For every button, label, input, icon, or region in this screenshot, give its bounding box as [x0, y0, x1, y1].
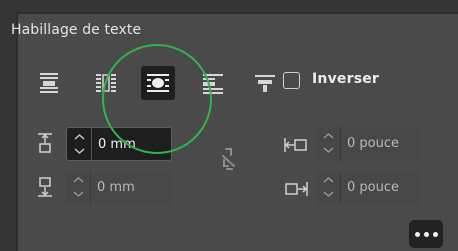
top-offset-stepper[interactable] — [67, 128, 92, 160]
chevron-down-icon[interactable] — [323, 190, 334, 198]
bottom-offset-value[interactable]: 0 mm — [97, 180, 135, 195]
bottom-offset-field[interactable]: 0 mm — [66, 171, 172, 205]
wrap-object-shape-icon — [147, 74, 169, 92]
unlink-icon[interactable] — [219, 146, 239, 172]
invert-label[interactable]: Inverser — [312, 71, 379, 87]
chevron-down-icon[interactable] — [74, 147, 85, 155]
no-wrap-button[interactable] — [32, 66, 66, 100]
top-offset-icon — [38, 133, 52, 153]
jump-to-next-column-button[interactable] — [248, 66, 282, 100]
more-options-dot — [423, 231, 429, 237]
left-offset-icon — [284, 138, 307, 152]
jump-to-next-column-icon — [255, 75, 275, 92]
more-options-icon — [414, 231, 420, 237]
chevron-up-icon[interactable] — [73, 176, 84, 184]
chevron-up-icon[interactable] — [74, 133, 85, 141]
top-offset-field[interactable]: 0 mm — [66, 127, 172, 161]
jump-object-icon — [203, 74, 223, 94]
no-wrap-icon — [40, 73, 58, 93]
right-offset-stepper[interactable] — [316, 171, 341, 205]
chevron-up-icon[interactable] — [323, 176, 334, 184]
left-offset-value[interactable]: 0 pouce — [347, 136, 399, 151]
panel-title: Habillage de texte — [11, 22, 142, 38]
bottom-offset-icon — [38, 177, 52, 197]
jump-object-button[interactable] — [196, 66, 230, 100]
chevron-up-icon[interactable] — [323, 132, 334, 140]
chevron-down-icon[interactable] — [323, 146, 334, 154]
right-offset-field[interactable]: 0 pouce — [316, 171, 420, 205]
invert-checkbox[interactable] — [283, 72, 300, 89]
left-offset-stepper[interactable] — [316, 127, 341, 161]
wrap-bounding-box-icon — [96, 74, 116, 92]
wrap-object-shape-button[interactable] — [141, 66, 175, 100]
chevron-down-icon[interactable] — [73, 190, 84, 198]
wrap-bounding-box-button[interactable] — [89, 66, 123, 100]
right-offset-icon — [285, 182, 308, 196]
left-offset-field[interactable]: 0 pouce — [316, 127, 420, 161]
bottom-offset-stepper[interactable] — [66, 171, 91, 205]
top-offset-value[interactable]: 0 mm — [98, 137, 136, 152]
more-options-dot — [432, 231, 438, 237]
right-offset-value[interactable]: 0 pouce — [347, 180, 399, 195]
more-options-button[interactable] — [409, 220, 443, 248]
